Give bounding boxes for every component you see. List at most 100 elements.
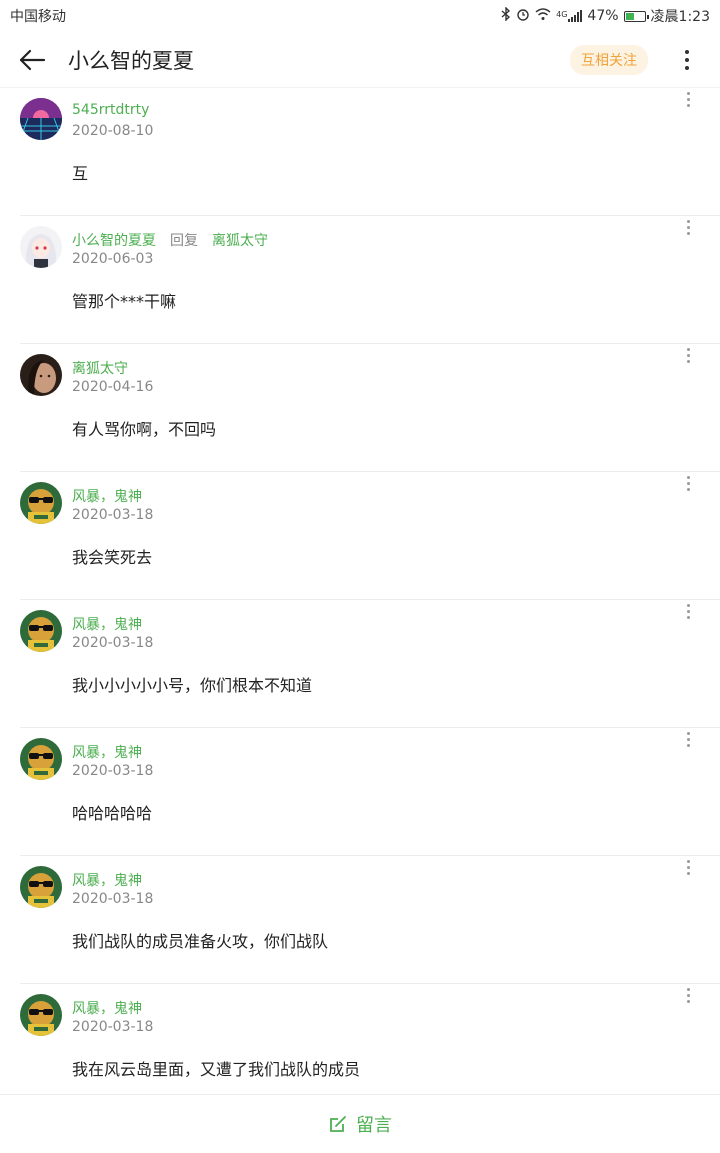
more-dot-icon — [686, 988, 690, 991]
comment-item[interactable]: 离狐太守 2020-04-16 有人骂你啊，不回吗 — [0, 344, 720, 472]
battery-icon — [623, 10, 649, 22]
comment-date: 2020-03-18 — [72, 1019, 154, 1035]
wifi-icon — [535, 7, 551, 25]
more-dot-icon — [685, 57, 689, 62]
app-header: 小么智的夏夏 互相关注 — [0, 32, 720, 88]
comment-header: 风暴，鬼神 — [72, 998, 142, 1018]
comment-text: 哈哈哈哈哈 — [72, 804, 153, 823]
comment-header: 风暴，鬼神 — [72, 486, 142, 506]
comment-author[interactable]: 风暴，鬼神 — [72, 870, 142, 890]
signal-icon: 4G — [556, 10, 583, 22]
more-dot-icon — [686, 610, 690, 613]
sunset-avatar[interactable] — [20, 98, 62, 140]
more-dot-icon — [686, 226, 690, 229]
more-dot-icon — [686, 1000, 690, 1003]
comment-date: 2020-03-18 — [72, 507, 154, 523]
comment-text: 我在风云岛里面，又遭了我们战队的成员 — [72, 1060, 361, 1079]
edit-icon — [330, 1116, 346, 1132]
comment-item[interactable]: 小么智的夏夏 回复 离狐太守 2020-06-03 管那个***干嘛 — [0, 216, 720, 344]
comment-more-button[interactable] — [682, 476, 694, 491]
comment-more-button[interactable] — [682, 220, 694, 235]
comment-item[interactable]: 风暴，鬼神 2020-03-18 我在风云岛里面，又遭了我们战队的成员 — [0, 984, 720, 1112]
comment-more-button[interactable] — [682, 732, 694, 747]
face-avatar[interactable] — [20, 354, 62, 396]
comment-date: 2020-03-18 — [72, 763, 154, 779]
comment-item[interactable]: 风暴，鬼神 2020-03-18 哈哈哈哈哈 — [0, 728, 720, 856]
more-dot-icon — [686, 220, 690, 223]
comment-text: 互 — [72, 164, 89, 183]
more-dot-icon — [685, 49, 689, 54]
more-dot-icon — [686, 98, 690, 101]
comment-more-button[interactable] — [682, 988, 694, 1003]
comment-author[interactable]: 545rrtdtrty — [72, 102, 149, 118]
leave-message-button[interactable]: 留言 — [0, 1094, 720, 1153]
battery-level — [625, 12, 634, 20]
more-options-button[interactable] — [672, 49, 702, 70]
comment-text: 我小小小小小号，你们根本不知道 — [72, 676, 313, 695]
comment-more-button[interactable] — [682, 604, 694, 619]
network-label: 4G — [556, 10, 568, 19]
sunglasses-avatar[interactable] — [20, 482, 62, 524]
more-dot-icon — [685, 65, 689, 70]
comment-author[interactable]: 风暴，鬼神 — [72, 742, 142, 762]
comment-text: 我们战队的成员准备火攻，你们战队 — [72, 932, 329, 951]
more-dot-icon — [686, 348, 690, 351]
comment-header: 风暴，鬼神 — [72, 870, 142, 890]
carrier-label: 中国移动 — [10, 9, 66, 25]
comment-date: 2020-06-03 — [72, 251, 154, 267]
page-title: 小么智的夏夏 — [68, 48, 194, 73]
more-dot-icon — [686, 360, 690, 363]
anime-girl-avatar[interactable] — [20, 226, 62, 268]
status-bar: 中国移动 4G 47% 凌晨1:23 — [0, 0, 720, 32]
comment-text: 管那个***干嘛 — [72, 292, 177, 311]
mutual-follow-badge[interactable]: 互相关注 — [570, 44, 648, 75]
status-indicators: 4G 47% 凌晨1:23 — [501, 6, 710, 26]
comment-item[interactable]: 545rrtdtrty 2020-08-10 互 — [0, 88, 720, 216]
more-dot-icon — [686, 732, 690, 735]
more-dot-icon — [686, 354, 690, 357]
comment-more-button[interactable] — [682, 860, 694, 875]
comment-text: 我会笑死去 — [72, 548, 153, 567]
comment-text: 有人骂你啊，不回吗 — [72, 420, 217, 439]
reply-label: 回复 — [170, 233, 198, 249]
comment-author[interactable]: 风暴，鬼神 — [72, 614, 142, 634]
comment-item[interactable]: 风暴，鬼神 2020-03-18 我会笑死去 — [0, 472, 720, 600]
comment-date: 2020-04-16 — [72, 379, 154, 395]
comment-date: 2020-03-18 — [72, 891, 154, 907]
more-dot-icon — [686, 866, 690, 869]
comment-author[interactable]: 小么智的夏夏 — [72, 230, 156, 250]
more-dot-icon — [686, 860, 690, 863]
more-dot-icon — [686, 482, 690, 485]
back-button[interactable] — [0, 32, 64, 88]
bluetooth-icon — [501, 6, 511, 25]
sunglasses-avatar[interactable] — [20, 994, 62, 1036]
comment-item[interactable]: 风暴，鬼神 2020-03-18 我们战队的成员准备火攻，你们战队 — [0, 856, 720, 984]
more-dot-icon — [686, 232, 690, 235]
more-dot-icon — [686, 744, 690, 747]
comment-more-button[interactable] — [682, 348, 694, 363]
more-dot-icon — [686, 872, 690, 875]
sunglasses-avatar[interactable] — [20, 738, 62, 780]
comment-author[interactable]: 风暴，鬼神 — [72, 486, 142, 506]
comment-author[interactable]: 风暴，鬼神 — [72, 998, 142, 1018]
comment-header: 风暴，鬼神 — [72, 742, 142, 762]
comment-header: 545rrtdtrty — [72, 102, 149, 118]
comment-more-button[interactable] — [682, 92, 694, 107]
reply-target[interactable]: 离狐太守 — [212, 230, 268, 250]
comment-date: 2020-03-18 — [72, 635, 154, 651]
comment-item[interactable]: 风暴，鬼神 2020-03-18 我小小小小小号，你们根本不知道 — [0, 600, 720, 728]
sunglasses-avatar[interactable] — [20, 610, 62, 652]
comment-author[interactable]: 离狐太守 — [72, 358, 128, 378]
comment-date: 2020-08-10 — [72, 123, 154, 139]
sunglasses-avatar[interactable] — [20, 866, 62, 908]
more-dot-icon — [686, 604, 690, 607]
more-dot-icon — [686, 616, 690, 619]
comment-header: 风暴，鬼神 — [72, 614, 142, 634]
comment-header: 离狐太守 — [72, 358, 128, 378]
more-dot-icon — [686, 994, 690, 997]
back-arrow-icon — [19, 49, 46, 70]
alarm-icon — [516, 7, 530, 25]
comment-header: 小么智的夏夏 回复 离狐太守 — [72, 230, 268, 250]
more-dot-icon — [686, 92, 690, 95]
battery-percent: 47% — [587, 8, 619, 24]
